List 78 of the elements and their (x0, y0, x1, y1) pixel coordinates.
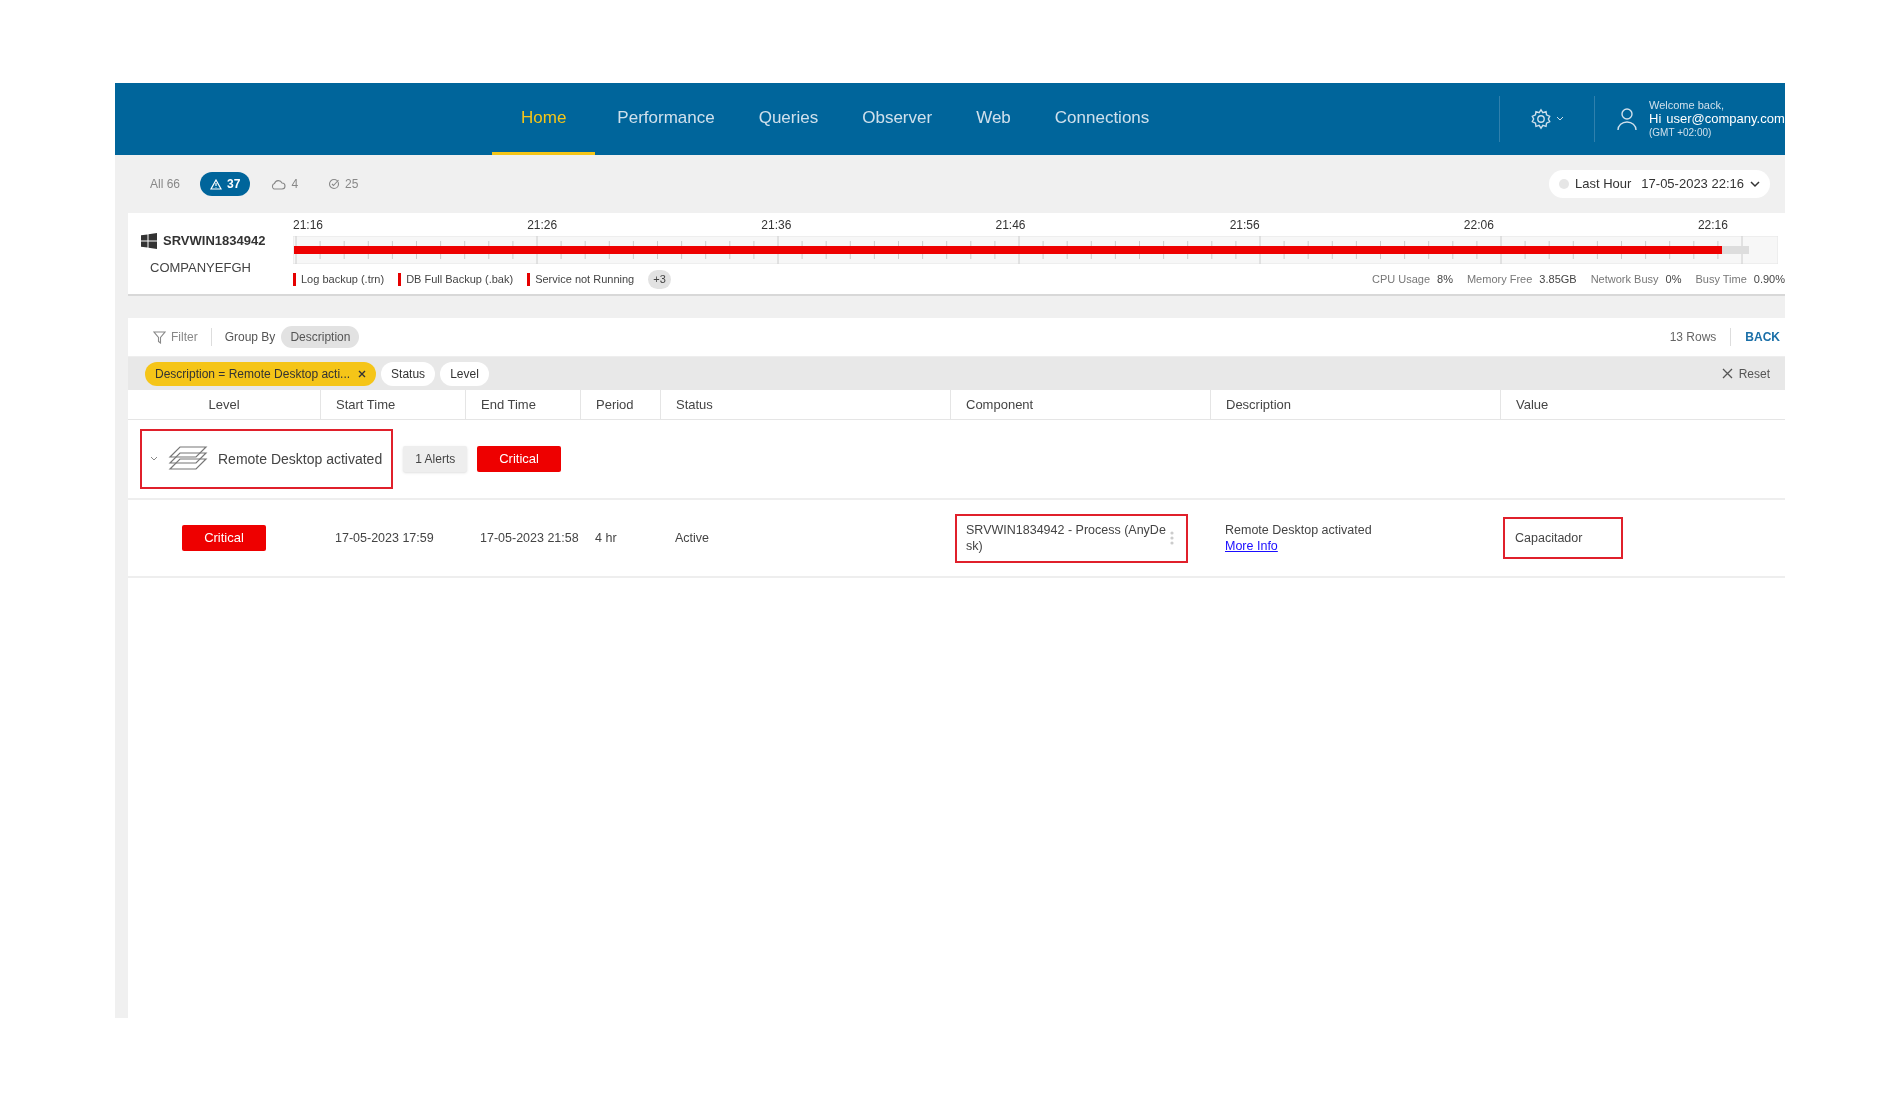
filter-chip[interactable]: Status (381, 361, 436, 386)
close-icon (358, 369, 367, 378)
metric-label: Network Busy (1590, 272, 1659, 287)
metric-value: 3.85GB (1539, 272, 1577, 287)
check-circle-icon (328, 178, 341, 190)
active-filter-chip[interactable]: Description = Remote Desktop acti... (145, 361, 377, 386)
time-tick-label: 21:46 (995, 217, 1026, 234)
nav-tab[interactable]: Performance (595, 83, 737, 155)
component-text: SRVWIN1834942 - Process (AnyDesk) (966, 522, 1166, 554)
metric-value: 0.90% (1753, 272, 1785, 287)
group-by-chip[interactable]: Description (281, 326, 360, 348)
warning-icon (210, 178, 223, 190)
status-filter-tab[interactable]: All 66 (140, 172, 191, 196)
filter-chip[interactable]: Level (440, 361, 489, 386)
more-info-link[interactable]: More Info (1225, 538, 1278, 554)
nav-tab[interactable]: Queries (736, 83, 841, 155)
time-tick-label: 21:26 (527, 217, 558, 234)
caret-icon (1556, 116, 1564, 122)
time-tick-label: 22:06 (1463, 217, 1494, 234)
filter-icon (153, 330, 166, 344)
chevron-down-icon (1750, 180, 1760, 188)
server-name: SRVWIN1834942 (163, 232, 266, 250)
time-tick-label: 21:36 (761, 217, 792, 234)
column-header: Period (596, 395, 634, 414)
time-tick-label: 22:16 (1697, 217, 1728, 234)
group-title: Remote Desktop activated (218, 449, 383, 469)
settings-icon (1530, 108, 1552, 130)
more-count-badge[interactable]: +3 (648, 270, 671, 289)
filter-button[interactable]: Filter (153, 328, 212, 346)
column-header: Start Time (336, 395, 396, 414)
status-filter-tab[interactable]: 37 (200, 172, 251, 196)
legend-label: Log backup (.trn) (301, 272, 385, 287)
table-cell-text: 17-05-2023 21:58 (479, 529, 580, 547)
alert-count-badge: 1 Alerts (403, 446, 468, 472)
company-name: COMPANYEFGH (149, 258, 252, 277)
column-header: End Time (481, 395, 536, 414)
time-range-dropdown[interactable]: Last Hour 17-05-2023 22:16 (1548, 170, 1770, 198)
timezone-text: (GMT +02:00) (1649, 126, 1713, 140)
column-header: Status (676, 395, 713, 414)
table-cell-text: Active (674, 529, 711, 547)
metric-label: Busy Time (1695, 272, 1747, 287)
metric-label: CPU Usage (1371, 272, 1431, 287)
windows-logo-icon (141, 232, 157, 249)
critical-badge: Critical (182, 525, 266, 551)
table-cell-text: 4 hr (594, 529, 618, 547)
legend-label: DB Full Backup (.bak) (406, 272, 514, 287)
description-text: Remote Desktop activated (1225, 522, 1373, 538)
column-header: Component (966, 395, 1034, 414)
status-filter-tab[interactable]: 4 (260, 172, 309, 196)
group-by-label: Group By (224, 329, 276, 346)
user-icon (1617, 107, 1639, 131)
metric-label: Memory Free (1466, 272, 1533, 287)
legend-label: Service not Running (535, 272, 635, 287)
reset-button[interactable]: Reset (1721, 364, 1770, 383)
metric-value: 0% (1665, 272, 1682, 287)
column-header: Level (208, 395, 240, 414)
row-count: 13 Rows (1669, 328, 1732, 346)
metric-value: 8% (1437, 272, 1453, 287)
group-header[interactable]: Remote Desktop activated (140, 429, 394, 489)
welcome-text: Welcome back, (1649, 98, 1725, 112)
more-vertical-icon (1170, 530, 1174, 546)
column-header: Description (1226, 395, 1292, 414)
nav-tab[interactable]: Web (954, 83, 1033, 155)
back-link[interactable]: BACK (1745, 328, 1780, 346)
nav-tab[interactable]: Home (492, 83, 596, 155)
column-header: Value (1516, 395, 1549, 414)
nav-tab[interactable]: Observer (840, 83, 955, 155)
time-tick-label: 21:16 (293, 217, 324, 234)
close-icon (1721, 368, 1733, 379)
value-cell: Capacitador (1503, 517, 1623, 559)
critical-badge: Critical (477, 446, 561, 472)
time-tick-label: 21:56 (1229, 217, 1260, 234)
status-filter-tab[interactable]: 25 (318, 172, 369, 196)
table-cell-text: 17-05-2023 17:59 (334, 529, 435, 547)
greeting-text: Hi (1649, 112, 1662, 126)
cloud-icon (270, 178, 287, 190)
nav-tab[interactable]: Connections (1032, 83, 1172, 155)
user-email: user@company.com (1666, 112, 1785, 126)
